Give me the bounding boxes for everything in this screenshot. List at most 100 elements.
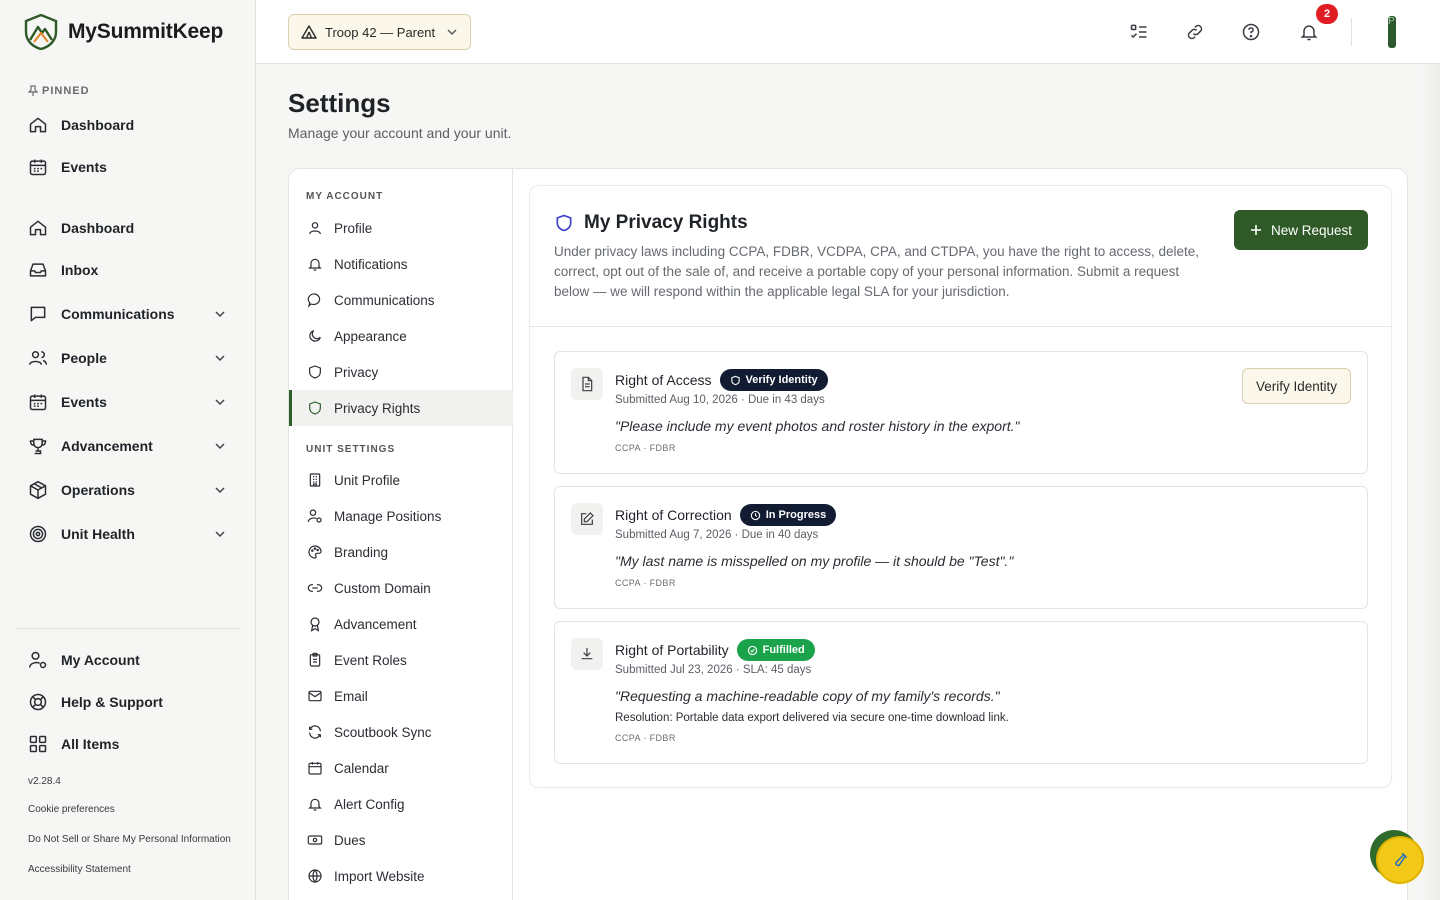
request-laws: CCPA · FDBR bbox=[615, 733, 676, 743]
request-note: "Please include my event photos and rost… bbox=[615, 418, 1020, 434]
settings-nav-scoutbook-sync[interactable]: Scoutbook Sync bbox=[289, 714, 513, 750]
checklist-icon[interactable] bbox=[1127, 20, 1151, 44]
check-circle-icon bbox=[747, 645, 758, 656]
user-cog-icon bbox=[307, 508, 323, 524]
app-version: v2.28.4 bbox=[28, 776, 61, 787]
clock-icon bbox=[750, 510, 761, 521]
request-card: Right of Access Verify Identity Submitte… bbox=[554, 351, 1368, 474]
page-title: Settings bbox=[288, 88, 391, 118]
request-resolution: Resolution: Portable data export deliver… bbox=[615, 712, 1009, 724]
chevron-down-icon[interactable] bbox=[214, 528, 226, 540]
bell-icon bbox=[307, 796, 323, 812]
request-title: Right of Access Verify Identity bbox=[615, 369, 828, 391]
sidebar-item-operations[interactable]: Operations bbox=[16, 472, 240, 508]
shield-icon bbox=[554, 213, 574, 233]
people-icon bbox=[28, 348, 48, 368]
bell-icon bbox=[307, 256, 323, 272]
mail-icon bbox=[307, 688, 323, 704]
new-request-button[interactable]: New Request bbox=[1234, 210, 1368, 250]
settings-nav-alert-config[interactable]: Alert Config bbox=[289, 786, 513, 822]
banknote-icon bbox=[307, 832, 323, 848]
sidebar-item-communications[interactable]: Communications bbox=[16, 296, 240, 332]
request-meta: Submitted Jul 23, 2026 · SLA: 45 days bbox=[615, 664, 812, 676]
request-laws: CCPA · FDBR bbox=[615, 578, 676, 588]
shield-icon bbox=[730, 375, 741, 386]
settings-nav-dues[interactable]: Dues bbox=[289, 822, 513, 858]
sidebar-item-inbox[interactable]: Inbox bbox=[16, 252, 240, 288]
right-edge-shadow bbox=[1420, 64, 1440, 900]
bell-icon[interactable] bbox=[1297, 20, 1321, 44]
settings-nav-email[interactable]: Email bbox=[289, 678, 513, 714]
do-not-sell-link[interactable]: Do Not Sell or Share My Personal Informa… bbox=[28, 834, 231, 845]
home-icon bbox=[28, 218, 48, 238]
status-badge: In Progress bbox=[739, 504, 837, 526]
unit-switcher[interactable]: Troop 42 — Parent bbox=[288, 14, 471, 50]
settings-nav-profile[interactable]: Profile bbox=[289, 210, 513, 246]
chevron-down-icon[interactable] bbox=[214, 440, 226, 452]
settings-nav: MY ACCOUNT Profile Notifications Communi… bbox=[289, 169, 513, 900]
sidebar-item-all-items[interactable]: All Items bbox=[16, 726, 240, 762]
pinned-item-dashboard[interactable]: Dashboard bbox=[16, 107, 240, 143]
header-separator bbox=[1351, 18, 1352, 46]
chevron-down-icon[interactable] bbox=[214, 396, 226, 408]
unit-settings-section-label: UNIT SETTINGS bbox=[306, 444, 396, 455]
sidebar-item-my-account[interactable]: My Account bbox=[16, 642, 240, 678]
settings-nav-branding[interactable]: Branding bbox=[289, 534, 513, 570]
logo-icon bbox=[24, 14, 58, 50]
link-icon bbox=[307, 580, 323, 596]
sidebar-item-unit-health[interactable]: Unit Health bbox=[16, 516, 240, 552]
avatar-initial: P bbox=[1388, 16, 1395, 27]
settings-nav-advancement[interactable]: Advancement bbox=[289, 606, 513, 642]
help-icon[interactable] bbox=[1239, 20, 1263, 44]
chevron-down-icon[interactable] bbox=[214, 308, 226, 320]
palette-icon bbox=[307, 544, 323, 560]
request-title: Right of Portability Fulfilled bbox=[615, 639, 815, 661]
request-note: "My last name is misspelled on my profil… bbox=[615, 553, 1014, 569]
accessibility-statement-link[interactable]: Accessibility Statement bbox=[28, 864, 131, 875]
page-subtitle: Manage your account and your unit. bbox=[288, 125, 512, 141]
chevron-down-icon[interactable] bbox=[214, 352, 226, 364]
lifebuoy-icon bbox=[28, 692, 48, 712]
floating-action-button[interactable] bbox=[1376, 836, 1424, 884]
chat-icon bbox=[28, 304, 48, 324]
settings-nav-privacy[interactable]: Privacy bbox=[289, 354, 513, 390]
link-icon[interactable] bbox=[1183, 20, 1207, 44]
settings-nav-notifications[interactable]: Notifications bbox=[289, 246, 513, 282]
cookie-preferences-link[interactable]: Cookie preferences bbox=[28, 804, 115, 815]
home-icon bbox=[28, 115, 48, 135]
grid-icon bbox=[28, 734, 48, 754]
clipboard-icon bbox=[307, 652, 323, 668]
request-laws: CCPA · FDBR bbox=[615, 443, 676, 453]
settings-nav-privacy-rights[interactable]: Privacy Rights bbox=[289, 390, 513, 426]
chevron-down-icon[interactable] bbox=[214, 484, 226, 496]
sidebar-item-events[interactable]: Events bbox=[16, 384, 240, 420]
download-icon bbox=[571, 638, 603, 670]
pinned-section-label: PINNED bbox=[28, 85, 90, 97]
sidebar-item-help-support[interactable]: Help & Support bbox=[16, 684, 240, 720]
settings-nav-unit-profile[interactable]: Unit Profile bbox=[289, 462, 513, 498]
verify-identity-button[interactable]: Verify Identity bbox=[1242, 368, 1351, 404]
settings-nav-custom-domain[interactable]: Custom Domain bbox=[289, 570, 513, 606]
chevron-down-icon bbox=[446, 26, 458, 38]
settings-nav-communications[interactable]: Communications bbox=[289, 282, 513, 318]
brand-name: MySummitKeep bbox=[68, 20, 224, 43]
settings-nav-appearance[interactable]: Appearance bbox=[289, 318, 513, 354]
moon-icon bbox=[307, 328, 323, 344]
settings-nav-event-roles[interactable]: Event Roles bbox=[289, 642, 513, 678]
request-card: Right of Portability Fulfilled Submitted… bbox=[554, 621, 1368, 764]
settings-nav-import-website[interactable]: Import Website bbox=[289, 858, 513, 894]
brand[interactable]: MySummitKeep bbox=[24, 14, 223, 50]
sync-icon bbox=[307, 724, 323, 740]
avatar[interactable]: P bbox=[1388, 16, 1396, 48]
settings-nav-calendar[interactable]: Calendar bbox=[289, 750, 513, 786]
sidebar-item-people[interactable]: People bbox=[16, 340, 240, 376]
settings-nav-manage-positions[interactable]: Manage Positions bbox=[289, 498, 513, 534]
sidebar-item-dashboard[interactable]: Dashboard bbox=[16, 210, 240, 246]
shield-icon bbox=[307, 400, 323, 416]
sidebar-item-advancement[interactable]: Advancement bbox=[16, 428, 240, 464]
status-badge: Verify Identity bbox=[719, 369, 828, 391]
user-icon bbox=[307, 220, 323, 236]
pinned-item-events[interactable]: Events bbox=[16, 149, 240, 185]
request-note: "Requesting a machine-readable copy of m… bbox=[615, 688, 1000, 704]
notification-badge: 2 bbox=[1316, 4, 1338, 24]
